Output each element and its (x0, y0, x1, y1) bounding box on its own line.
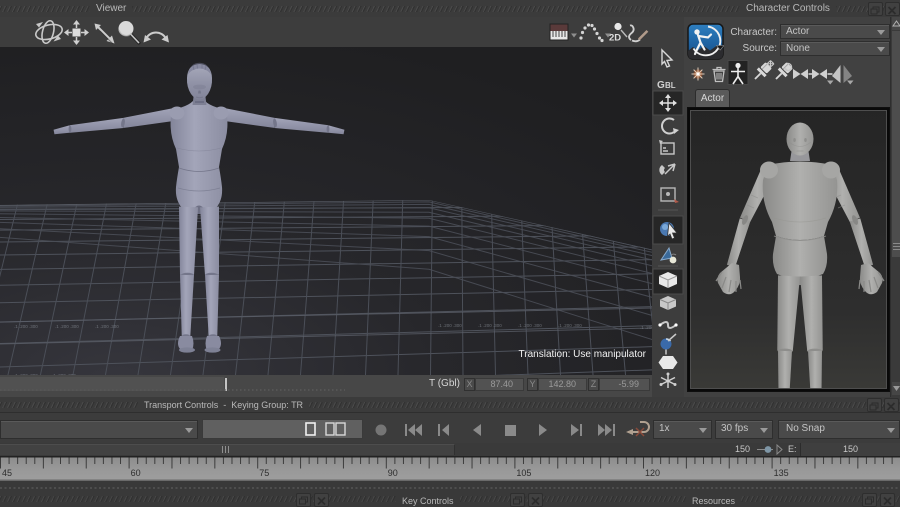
svg-text:105: 105 (516, 468, 531, 478)
svg-text:.1 .200 .300: .1 .200 .300 (55, 324, 79, 329)
svg-text:60: 60 (131, 468, 141, 478)
svg-text:.1 .200 .300: .1 .200 .300 (95, 324, 119, 329)
svg-text:.1 .200 .300: .1 .200 .300 (518, 323, 542, 328)
svg-text:.1 .200 .300: .1 .200 .300 (640, 325, 652, 330)
svg-text:G: G (657, 80, 665, 91)
svg-text:45: 45 (2, 468, 12, 478)
svg-text:2D: 2D (609, 33, 621, 44)
svg-text:135: 135 (774, 468, 789, 478)
svg-text:120: 120 (645, 468, 660, 478)
svg-text:.1 .200 .300: .1 .200 .300 (14, 324, 38, 329)
svg-text:90: 90 (388, 468, 398, 478)
svg-text:75: 75 (259, 468, 269, 478)
svg-text:BL: BL (665, 81, 676, 90)
svg-text:.1 .200 .300: .1 .200 .300 (558, 323, 582, 328)
svg-text:.1 .200 .300: .1 .200 .300 (438, 323, 462, 328)
svg-text:.1 .200 .300: .1 .200 .300 (478, 323, 502, 328)
